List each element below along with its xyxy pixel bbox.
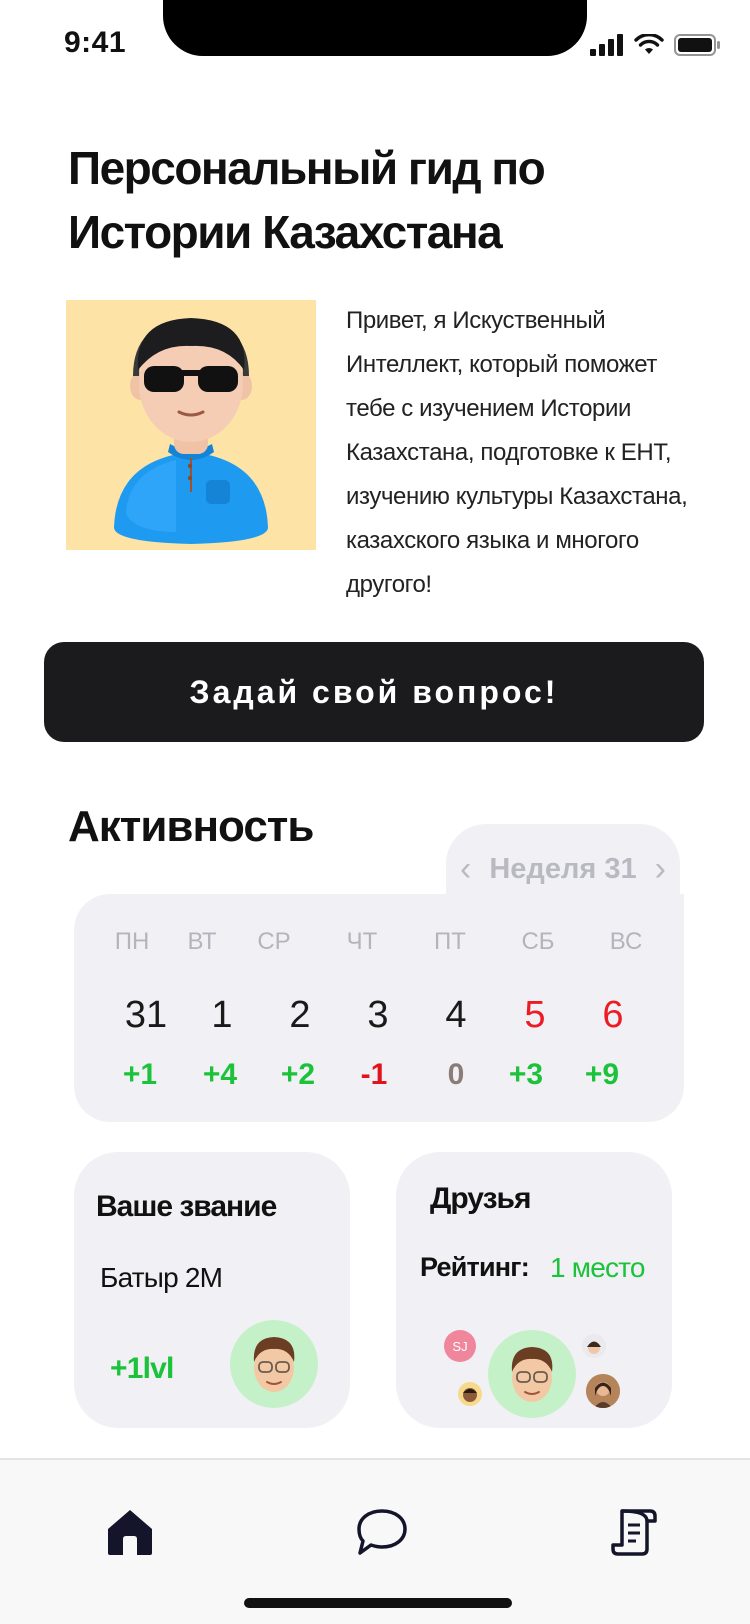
device-notch <box>163 0 587 56</box>
page-title: Персональный гид по Истории Казахстана <box>68 136 628 264</box>
weekday-label: ВТ <box>187 928 217 955</box>
tab-chat[interactable] <box>352 1502 412 1562</box>
activity-calendar: ПН ВТ СР ЧТ ПТ СБ ВС 31 1 2 3 4 5 6 +1 +… <box>74 894 684 1122</box>
weekday-label: ПН <box>114 928 150 955</box>
user-memoji-avatar[interactable] <box>230 1320 318 1408</box>
day-date[interactable]: 2 <box>289 994 310 1037</box>
cellular-signal-icon <box>590 34 623 56</box>
week-label: Неделя 31 <box>489 853 637 885</box>
intro-line: Интеллект, который поможет <box>346 351 658 378</box>
rating-value: 1 место <box>550 1252 645 1283</box>
rating-label: Рейтинг: <box>420 1252 530 1282</box>
weekday-label: ПТ <box>434 928 466 955</box>
day-delta-neutral: 0 <box>447 1058 465 1091</box>
page-title-line-1: Персональный гид по <box>68 142 546 194</box>
status-time: 9:41 <box>64 26 127 59</box>
friend-avatar[interactable] <box>458 1382 482 1406</box>
user-memoji-avatar[interactable] <box>488 1330 576 1418</box>
home-icon <box>108 1510 152 1555</box>
intro-text: Привет, я Искуственный Интеллект, которы… <box>346 299 726 607</box>
intro-line: Привет, я Искуственный <box>346 307 606 334</box>
day-date-weekend[interactable]: 6 <box>602 994 623 1037</box>
day-delta-negative: -1 <box>360 1058 388 1091</box>
day-date[interactable]: 1 <box>211 994 232 1037</box>
intro-line: изучению культуры Казахстана, <box>346 483 688 510</box>
level-delta: +1lvl <box>110 1352 174 1385</box>
intro-line: другого! <box>346 571 432 598</box>
weekday-label: ЧТ <box>346 928 378 955</box>
home-indicator <box>244 1598 512 1608</box>
wifi-icon <box>634 34 664 54</box>
assistant-avatar <box>66 300 316 550</box>
rank-widget-title: Ваше звание <box>96 1190 277 1223</box>
chevron-right-icon[interactable]: › <box>655 850 666 889</box>
friend-avatar-initials[interactable]: SJ <box>444 1330 476 1362</box>
day-date[interactable]: 3 <box>367 994 388 1037</box>
battery-icon <box>674 34 720 56</box>
day-date[interactable]: 4 <box>445 994 466 1037</box>
tab-library[interactable] <box>604 1502 664 1562</box>
day-delta-positive: +4 <box>202 1058 238 1091</box>
intro-line: Казахстана, подготовке к ЕНТ, <box>346 439 672 466</box>
friends-widget[interactable]: Друзья Рейтинг: 1 место SJ <box>396 1152 672 1428</box>
rank-widget[interactable]: Ваше звание Батыр 2M +1lvl <box>74 1152 350 1428</box>
ask-question-button[interactable]: Задай свой вопрос! <box>44 642 704 742</box>
week-selector: ‹ Неделя 31 › <box>460 850 666 889</box>
day-delta-positive: +2 <box>280 1058 316 1091</box>
rank-value: Батыр 2M <box>100 1262 223 1293</box>
chat-bubble-icon <box>357 1509 407 1555</box>
tab-home[interactable] <box>100 1502 160 1562</box>
delta-row: +1 +4 +2 -1 0 +3 +9 <box>74 1058 684 1098</box>
day-date-weekend[interactable]: 5 <box>524 994 545 1037</box>
page-title-line-2: Истории Казахстана <box>68 206 503 258</box>
day-delta-positive: +3 <box>508 1058 544 1091</box>
status-icons <box>590 34 720 56</box>
chevron-left-icon[interactable]: ‹ <box>460 850 471 889</box>
friends-widget-title: Друзья <box>430 1182 531 1215</box>
friend-avatar[interactable] <box>586 1374 620 1408</box>
day-date[interactable]: 31 <box>125 994 167 1037</box>
date-row: 31 1 2 3 4 5 6 <box>74 994 684 1037</box>
intro-line: казахского языка и многого <box>346 527 639 554</box>
assistant-avatar-illustration <box>114 318 268 544</box>
weekday-row: ПН ВТ СР ЧТ ПТ СБ ВС <box>74 928 684 968</box>
weekday-label: ВС <box>609 928 643 955</box>
day-delta-positive: +1 <box>122 1058 158 1091</box>
weekday-label: СБ <box>521 928 555 955</box>
friend-avatar[interactable] <box>582 1334 606 1358</box>
intro-line: тебе с изучением Истории <box>346 395 632 422</box>
weekday-label: СР <box>257 928 291 955</box>
day-delta-positive: +9 <box>584 1058 620 1091</box>
scroll-document-icon <box>611 1509 657 1556</box>
activity-title: Активность <box>68 802 314 851</box>
